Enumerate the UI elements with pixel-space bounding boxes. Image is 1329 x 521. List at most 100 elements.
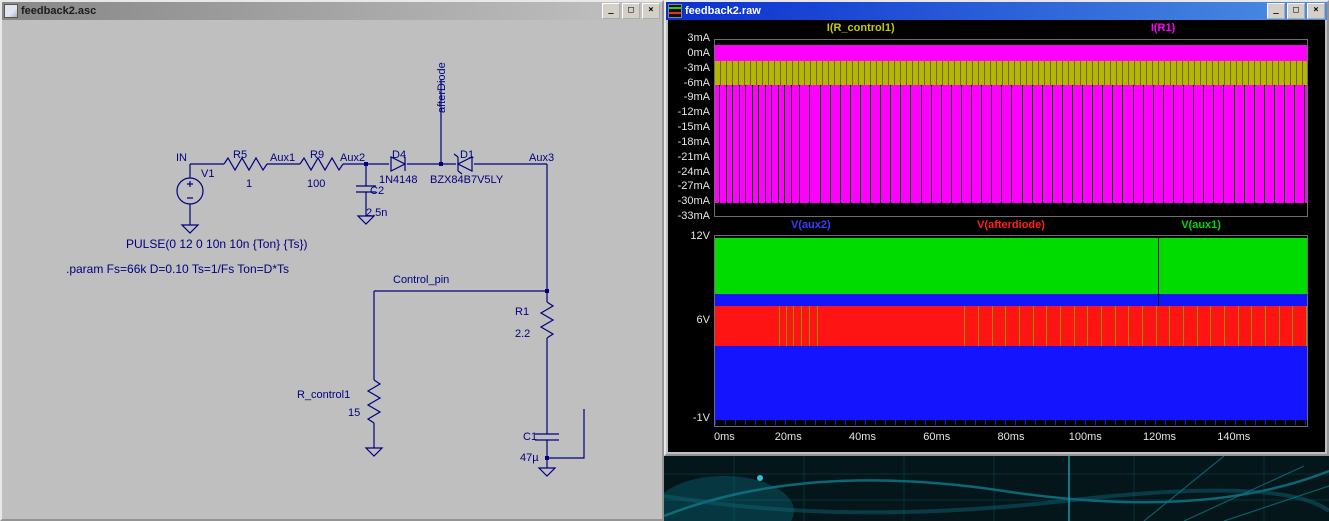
trace-V-aux1-band (715, 238, 1307, 294)
component-value-r9[interactable]: 100 (307, 178, 325, 190)
trace-dropout-line (1294, 85, 1295, 203)
trace-label[interactable]: V(aux2) (791, 219, 831, 231)
desktop-screen: feedback2.asc _ □ × (0, 0, 1329, 521)
trace-label[interactable]: I(R1) (1151, 22, 1175, 34)
component-label-rcontrol1[interactable]: R_control1 (297, 389, 350, 401)
trace-dropout-line (809, 85, 810, 203)
resistor-R_control1[interactable] (368, 380, 380, 423)
schematic-titlebar[interactable]: feedback2.asc _ □ × (2, 2, 662, 20)
waveform-window: feedback2.raw _ □ × I(R_control1) I(R1) V… (664, 0, 1329, 456)
component-label-v1[interactable]: V1 (201, 168, 214, 180)
net-label-in[interactable]: IN (176, 152, 187, 164)
component-value-rcontrol1[interactable]: 15 (348, 407, 360, 419)
resistor-R1[interactable] (541, 302, 553, 338)
trace-dropout-line (910, 85, 911, 203)
afterdiode-dip-line (1046, 306, 1047, 346)
trace-dropout-line (732, 85, 733, 203)
afterdiode-dip-line (1156, 306, 1157, 346)
voltage-source-V1[interactable] (177, 178, 203, 204)
afterdiode-dip-line (964, 306, 965, 346)
trace-dropout-line (778, 85, 779, 203)
trace-dropout-line (1092, 85, 1093, 203)
component-label-c2[interactable]: C2 (370, 185, 384, 197)
trace-dropout-line (1173, 85, 1174, 203)
x-axis-tick-label: 140ms (1217, 431, 1250, 443)
x-axis-tick-label: 0ms (714, 431, 735, 443)
component-value-r5[interactable]: 1 (246, 178, 252, 190)
y-axis-tick-label: -21mA (668, 151, 710, 163)
afterdiode-dip-line (1019, 306, 1020, 346)
schematic-canvas[interactable]: IN V1 R5 1 Aux1 R9 100 Aux2 C2 2.5n D4 1… (4, 20, 660, 517)
waveform-app-icon (668, 4, 682, 18)
component-value-c1[interactable]: 47µ (520, 452, 539, 464)
net-label-aux2[interactable]: Aux2 (340, 152, 365, 164)
trace-dropout-line (961, 85, 962, 203)
y-axis-tick-label: -12mA (668, 106, 710, 118)
close-button[interactable]: × (642, 3, 660, 19)
net-label-aux1[interactable]: Aux1 (270, 152, 295, 164)
trace-I-Rcontrol1-band (715, 61, 1307, 85)
afterdiode-dip-line (1238, 306, 1239, 346)
component-value-d4[interactable]: 1N4148 (379, 174, 418, 186)
trace-dropout-line (1052, 85, 1053, 203)
trace-dropout-line (971, 85, 972, 203)
trace-dropout-line (1102, 85, 1103, 203)
trace-V-aux2-lower-band (715, 346, 1307, 420)
afterdiode-dip-line (817, 306, 818, 346)
afterdiode-dip-line (1128, 306, 1129, 346)
component-label-d1[interactable]: D1 (460, 149, 474, 161)
trace-dropout-line (719, 85, 720, 203)
capacitor-C1[interactable] (535, 434, 559, 440)
y-axis-tick-label: 3mA (668, 32, 710, 44)
afterdiode-dip-line (779, 306, 780, 346)
trace-dropout-line (921, 85, 922, 203)
trace-label[interactable]: V(afterdiode) (977, 219, 1045, 231)
component-label-r1[interactable]: R1 (515, 306, 529, 318)
maximize-button[interactable]: □ (622, 3, 640, 19)
trace-dropout-line (830, 85, 831, 203)
trace-V-afterdiode-band (715, 306, 1307, 346)
close-button[interactable]: × (1307, 3, 1325, 19)
component-value-r1[interactable]: 2.2 (515, 328, 530, 340)
x-axis-tick-label: 100ms (1069, 431, 1102, 443)
trace-dropout-line (1153, 85, 1154, 203)
ground-symbols[interactable] (182, 216, 555, 476)
cursor-line[interactable] (1158, 238, 1159, 306)
component-value-c2[interactable]: 2.5n (366, 207, 387, 219)
trace-dropout-line (880, 85, 881, 203)
y-axis-tick-label: -6mA (668, 77, 710, 89)
afterdiode-dip-line (1005, 306, 1006, 346)
waveform-titlebar[interactable]: feedback2.raw _ □ × (666, 2, 1327, 20)
afterdiode-dip-line (1087, 306, 1088, 346)
directive-param[interactable]: .param Fs=66k D=0.10 Ts=1/Fs Ton=D*Ts (66, 262, 289, 276)
net-label-control-pin[interactable]: Control_pin (393, 274, 449, 286)
trace-dropout-line (1284, 85, 1285, 203)
top-plot-pane[interactable] (714, 39, 1308, 217)
afterdiode-dip-line (1306, 306, 1307, 346)
component-label-r9[interactable]: R9 (310, 149, 324, 161)
trace-dropout-line (931, 85, 932, 203)
component-value-d1[interactable]: BZX84B7V5LY (430, 174, 504, 186)
trace-label[interactable]: I(R_control1) (827, 22, 895, 34)
trace-dropout-line (791, 85, 792, 203)
afterdiode-dip-line (1224, 306, 1225, 346)
component-label-c1[interactable]: C1 (523, 431, 537, 443)
minimize-button[interactable]: _ (602, 3, 620, 19)
bottom-plot-pane[interactable] (714, 235, 1308, 427)
net-label-afterdiode[interactable]: afterDiode (436, 62, 448, 113)
minimize-button[interactable]: _ (1267, 3, 1285, 19)
trace-dropout-line (784, 85, 785, 203)
trace-dropout-line (1223, 85, 1224, 203)
component-label-d4[interactable]: D4 (392, 149, 406, 161)
trace-label[interactable]: V(aux1) (1181, 219, 1221, 231)
directive-pulse[interactable]: PULSE(0 12 0 10n 10n {Ton} {Ts}) (126, 237, 307, 251)
component-label-r5[interactable]: R5 (233, 149, 247, 161)
net-label-aux3[interactable]: Aux3 (529, 152, 554, 164)
afterdiode-dip-line (1142, 306, 1143, 346)
afterdiode-dip-line (786, 306, 787, 346)
maximize-button[interactable]: □ (1287, 3, 1305, 19)
x-axis-tick-label: 120ms (1143, 431, 1176, 443)
trace-dropout-line (765, 85, 766, 203)
trace-dropout-line (1133, 85, 1134, 203)
afterdiode-dip-line (1197, 306, 1198, 346)
